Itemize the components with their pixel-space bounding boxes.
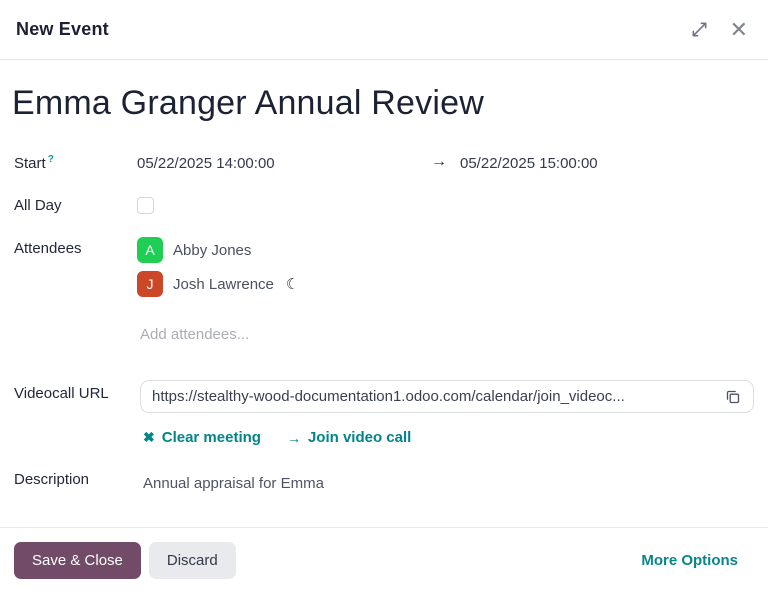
attendee-row[interactable]: J Josh Lawrence ☾ [137,271,299,297]
attendee-name: Josh Lawrence [173,276,274,293]
join-arrow-icon: → [287,430,301,446]
help-marker: ? [48,154,54,165]
avatar: J [137,271,163,297]
description-input[interactable]: Annual appraisal for Emma [143,475,324,492]
start-datetime-input[interactable]: 05/22/2025 14:00:00 [137,155,275,172]
date-range-arrow-icon: → [431,153,447,171]
dialog-title: New Event [16,19,109,40]
close-icon[interactable]: ✕ [728,17,750,43]
attendee-name: Abby Jones [173,242,251,259]
avatar: A [137,237,163,263]
all-day-checkbox[interactable] [137,197,154,214]
new-event-dialog: New Event ✕ Emma Granger Annual Review S… [0,0,768,600]
clear-x-icon: ✖ [143,429,155,446]
dialog-header: New Event ✕ [0,0,768,60]
header-actions: ✕ [689,17,750,43]
all-day-label: All Day [14,197,62,214]
copy-icon[interactable] [723,387,743,407]
clear-meeting-link[interactable]: ✖ Clear meeting [143,429,261,446]
add-attendees-input[interactable]: Add attendees... [140,326,249,343]
expand-icon[interactable] [689,19,710,40]
description-label: Description [14,471,89,488]
start-label: Start? [14,154,54,172]
join-video-call-link[interactable]: → Join video call [287,429,411,446]
end-datetime-input[interactable]: 05/22/2025 15:00:00 [460,155,598,172]
dialog-footer: Save & Close Discard More Options [0,527,768,600]
meeting-links: ✖ Clear meeting → Join video call [143,429,411,446]
event-title-input[interactable]: Emma Granger Annual Review [12,84,748,123]
save-close-button[interactable]: Save & Close [14,542,141,579]
more-options-link[interactable]: More Options [641,552,738,569]
videocall-url-value[interactable]: https://stealthy-wood-documentation1.odo… [152,388,715,405]
videocall-url-label: Videocall URL [14,385,109,402]
attendee-row[interactable]: A Abby Jones [137,237,251,263]
moon-icon: ☾ [286,275,299,293]
videocall-url-field[interactable]: https://stealthy-wood-documentation1.odo… [140,380,754,413]
discard-button[interactable]: Discard [149,542,236,579]
attendees-label: Attendees [14,240,82,257]
